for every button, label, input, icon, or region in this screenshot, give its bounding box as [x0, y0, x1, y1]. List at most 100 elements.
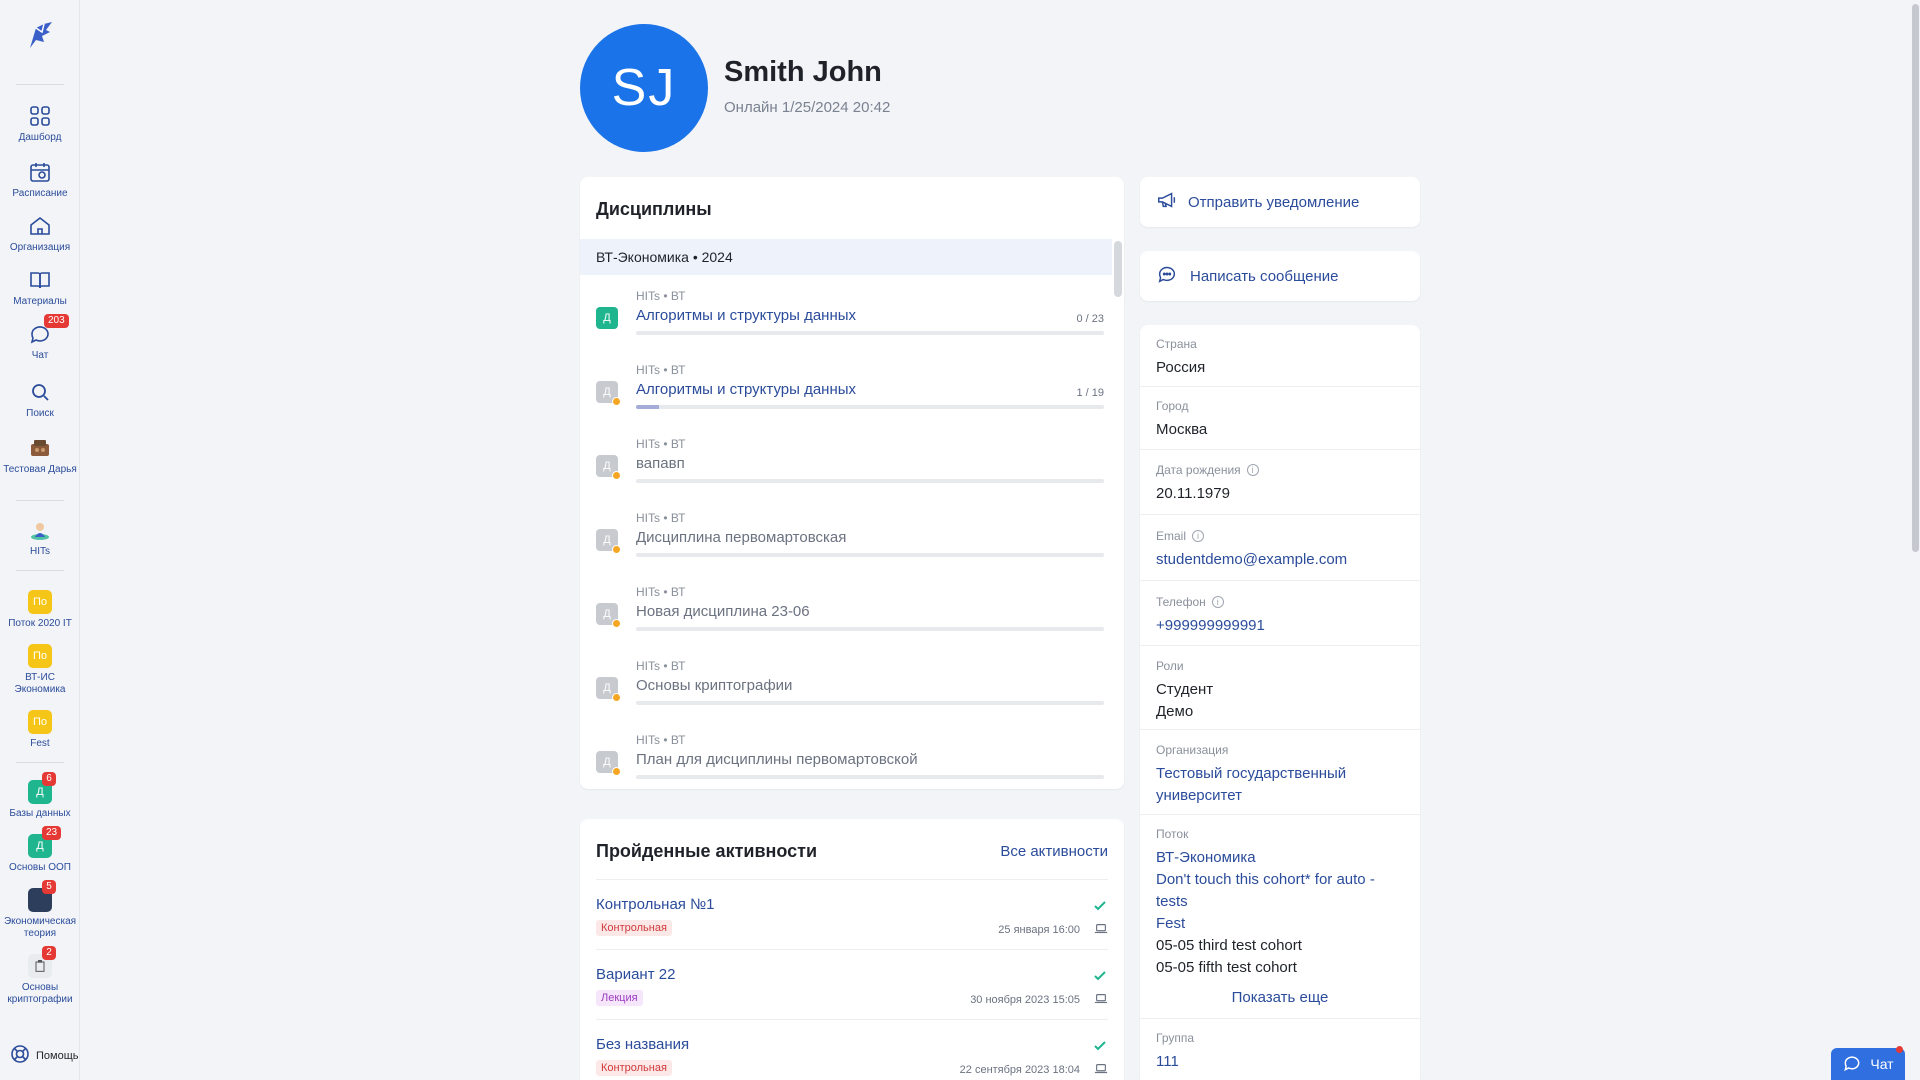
birthdate-label: Дата рождения — [1156, 463, 1241, 477]
discipline-title[interactable]: Дисциплина первомартовская — [636, 529, 846, 546]
discipline-row[interactable]: Д HITs • ВТ Алгоритмы и структуры данных 0 … — [596, 289, 1104, 363]
course-avatar: Д6 — [28, 772, 56, 804]
course-badge: 6 — [42, 772, 56, 786]
sidebar-item-dashboard[interactable]: Дашборд — [0, 104, 80, 144]
discipline-progress-bar — [636, 405, 1104, 409]
divider — [1140, 449, 1420, 450]
course-avatar-letter: Д — [36, 840, 44, 852]
profile-avatar: SJ — [580, 24, 708, 152]
sidebar-item-schedule[interactable]: Расписание — [0, 160, 80, 200]
discipline-title[interactable]: Новая дисциплина 23-06 — [636, 603, 810, 620]
cohort-header: ВТ-Экономика • 2024 — [580, 239, 1112, 275]
sidebar-item-materials[interactable]: Материалы — [0, 268, 80, 308]
app-logo[interactable] — [22, 18, 58, 54]
discipline-row[interactable]: Д HITs • ВТ Новая дисциплина 23-06 — [596, 585, 1104, 659]
status-dot — [612, 693, 621, 702]
discipline-title[interactable]: Алгоритмы и структуры данных — [636, 307, 856, 324]
status-dot — [612, 397, 621, 406]
discipline-row[interactable]: Д HITs • ВТ вапавп — [596, 437, 1104, 511]
discipline-title[interactable]: вапавп — [636, 455, 685, 472]
sidebar-item-label: Базы данных — [9, 808, 71, 819]
activity-row[interactable]: Контрольная №1 Контрольная 25 января 16:00 — [596, 879, 1108, 949]
book-icon — [28, 268, 52, 292]
activity-row[interactable]: Вариант 22 Лекция 30 ноября 2023 15:05 — [596, 949, 1108, 1019]
disciplines-scrollbar[interactable] — [1114, 241, 1122, 297]
help-link[interactable]: Помощь — [10, 1044, 79, 1067]
activity-title[interactable]: Контрольная №1 — [596, 896, 715, 913]
discipline-row[interactable]: Д HITs • ВТ Алгоритмы и структуры данных 1 … — [596, 363, 1104, 437]
discipline-title[interactable]: Основы криптографии — [636, 677, 792, 694]
sidebar-item-label: ВТ-ИС Экономика — [14, 672, 66, 695]
status-dot — [612, 545, 621, 554]
phone-field: Телефон i +999999999991 — [1156, 595, 1404, 637]
activities-title: Пройденные активности — [596, 841, 818, 861]
sidebar-course-crypto[interactable]: 2 Основы криптографии — [0, 946, 80, 1006]
sidebar-cohort-fest[interactable]: По Fest — [0, 710, 80, 750]
cohort-link[interactable]: Don't touch this cohort* for auto - test… — [1156, 869, 1404, 913]
cohort-link[interactable]: Fest — [1156, 913, 1404, 935]
activities-card: Пройденные активности Все активности Кон… — [580, 819, 1124, 1080]
discipline-title[interactable]: План для дисциплины первомартовской — [636, 751, 918, 768]
sidebar-course-oop[interactable]: Д 23 Основы ООП — [0, 826, 80, 874]
course-badge: 23 — [42, 826, 62, 840]
page-scrollbar-thumb[interactable] — [1912, 4, 1919, 552]
activity-row[interactable]: Без названия Контрольная 22 сентября 2023 … — [596, 1019, 1108, 1080]
discipline-title[interactable]: Алгоритмы и структуры данных — [636, 381, 856, 398]
city-value: Москва — [1156, 421, 1208, 438]
sidebar-item-label: Основы ООП — [9, 862, 71, 873]
sidebar-item-hits[interactable]: HITs — [0, 518, 80, 558]
sidebar-course-databases[interactable]: Д6 Базы данных — [0, 772, 80, 820]
cohort-value: 05-05 fifth test cohort — [1156, 959, 1297, 976]
write-message-label: Написать сообщение — [1190, 267, 1339, 285]
cohort-field: Поток ВТ-Экономика Don't touch this coho… — [1156, 827, 1404, 979]
discipline-meta: HITs • ВТ — [636, 363, 686, 377]
info-icon[interactable]: i — [1246, 464, 1259, 476]
sidebar-divider — [16, 570, 64, 571]
sidebar-item-label: Дашборд — [18, 132, 62, 143]
laptop-icon — [1094, 992, 1108, 1006]
sidebar-item-label: Основы криптографии — [7, 982, 73, 1005]
sidebar-item-search[interactable]: Поиск — [0, 380, 80, 420]
status-dot — [612, 767, 621, 776]
page-scrollbar[interactable] — [1910, 0, 1920, 1080]
email-link[interactable]: studentdemo@example.com — [1156, 549, 1404, 571]
discipline-meta: HITs • ВТ — [636, 659, 686, 673]
cohort-avatar: По — [28, 710, 52, 734]
city-label: Город — [1156, 399, 1189, 413]
discipline-meta: HITs • ВТ — [636, 511, 686, 525]
activity-title[interactable]: Без названия — [596, 1036, 689, 1053]
sidebar-cohort-vt-is[interactable]: По ВТ-ИС Экономика — [0, 644, 80, 696]
phone-link[interactable]: +999999999991 — [1156, 615, 1404, 637]
lifebuoy-icon — [10, 1044, 30, 1067]
cohort-avatar: По — [28, 644, 52, 668]
search-icon — [28, 380, 52, 404]
cohort-link[interactable]: ВТ-Экономика — [1156, 847, 1404, 869]
sidebar-item-organization[interactable]: Организация — [0, 214, 80, 254]
chat-widget-button[interactable]: Чат — [1831, 1046, 1905, 1080]
discipline-meta: HITs • ВТ — [636, 585, 686, 599]
sidebar-cohort-potok-2020[interactable]: По Поток 2020 IT — [0, 590, 80, 630]
roles-label: Роли — [1156, 659, 1184, 673]
all-activities-link[interactable]: Все активности — [1000, 843, 1108, 860]
group-link[interactable]: 111 — [1156, 1051, 1404, 1073]
organization-link[interactable]: Тестовый государственный университет — [1156, 763, 1404, 807]
sidebar-item-test-darya[interactable]: Тестовая Дарья — [0, 436, 80, 476]
write-message-button[interactable]: Написать сообщение — [1140, 251, 1420, 301]
activity-title[interactable]: Вариант 22 — [596, 966, 675, 983]
info-icon[interactable]: i — [1192, 530, 1205, 542]
discipline-row[interactable]: Д HITs • ВТ Дисциплина первомартовская — [596, 511, 1104, 585]
birthdate-value: 20.11.1979 — [1156, 485, 1230, 502]
discipline-row[interactable]: Д HITs • ВТ План для дисциплины первомарто… — [596, 733, 1104, 789]
discipline-progress-bar — [636, 627, 1104, 631]
sidebar-item-chat[interactable]: 203 Чат — [0, 314, 80, 362]
discipline-meta: HITs • ВТ — [636, 437, 686, 451]
sidebar-course-economics[interactable]: 5 Экономическая теория — [0, 880, 80, 940]
show-more-button[interactable]: Показать еще — [1140, 989, 1420, 1006]
discipline-row[interactable]: Д HITs • ВТ Основы криптографии — [596, 659, 1104, 733]
send-notification-button[interactable]: Отправить уведомление — [1140, 177, 1420, 227]
course-badge: 2 — [42, 946, 56, 960]
info-icon[interactable]: i — [1211, 596, 1224, 608]
calendar-icon — [28, 160, 52, 184]
group-field: Группа 111 — [1156, 1031, 1404, 1073]
discipline-meta: HITs • ВТ — [636, 733, 686, 747]
